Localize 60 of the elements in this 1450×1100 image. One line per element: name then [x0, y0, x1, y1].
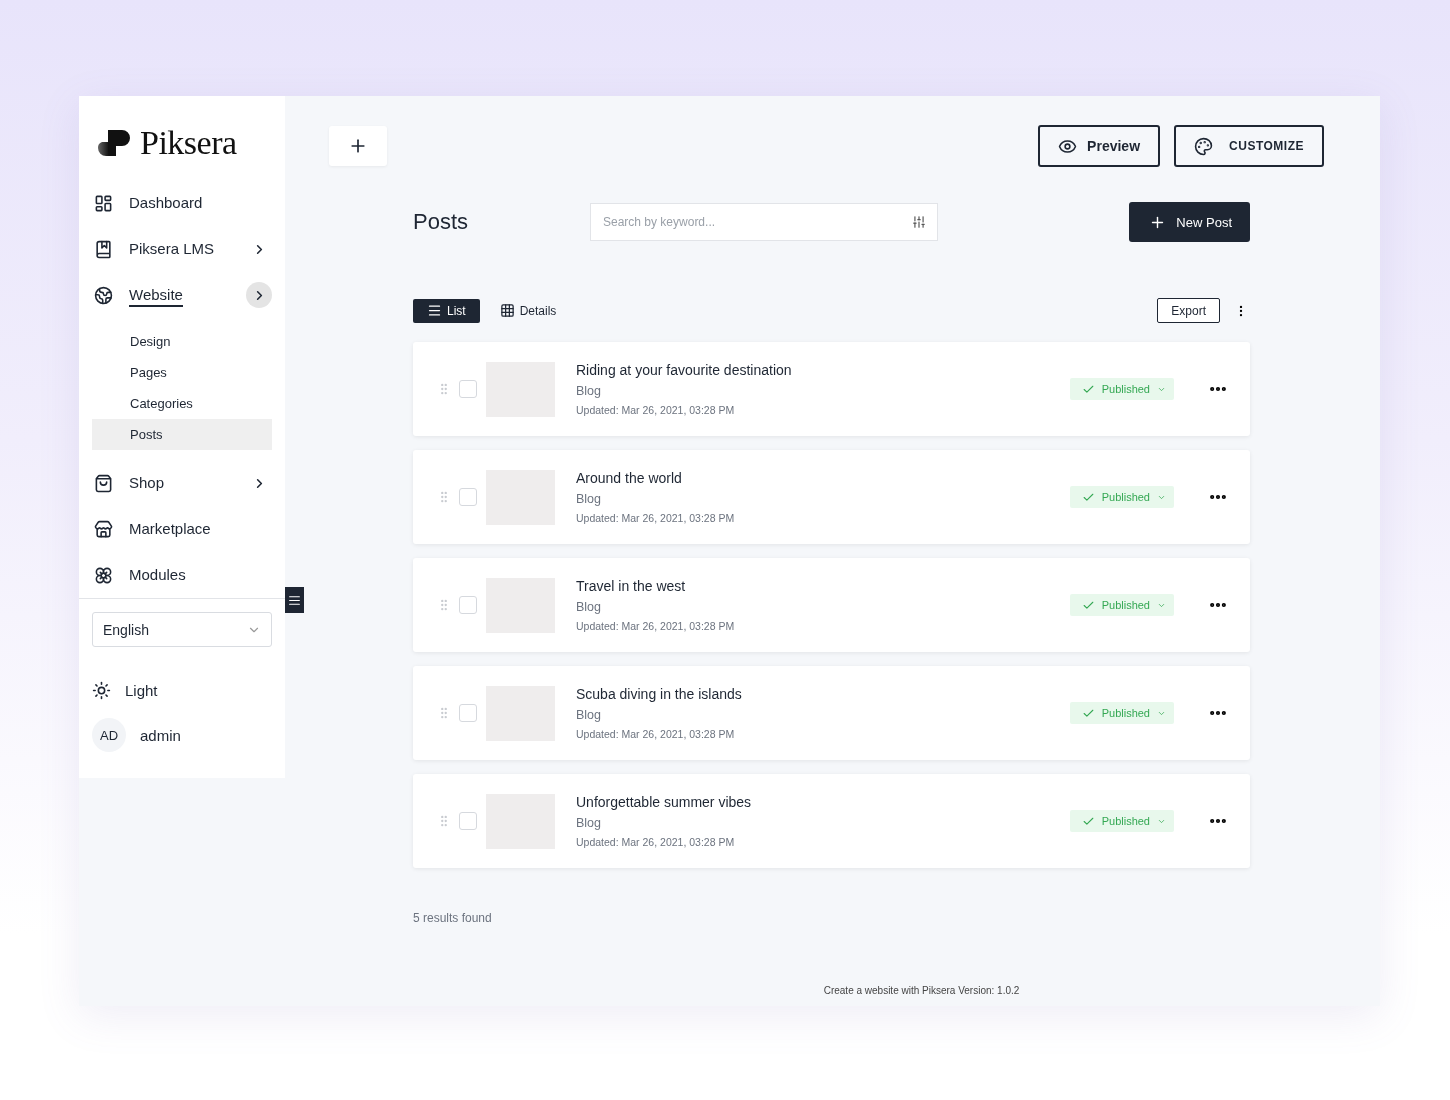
footer-text: Create a website with Piksera Version: 1.0.2	[823, 985, 1020, 996]
post-title: Riding at your favourite destination	[576, 362, 792, 378]
shopping-bag-icon	[94, 473, 113, 493]
search-field[interactable]: Search by keyword...	[590, 203, 938, 241]
page-title: Posts	[413, 209, 470, 235]
post-title: Travel in the west	[576, 578, 687, 594]
brand-name: Piksera	[140, 124, 237, 162]
preview-button[interactable]: Preview	[1038, 125, 1161, 167]
list-icon	[427, 303, 442, 318]
user-name: admin	[140, 726, 181, 744]
language-select[interactable]: English	[92, 612, 272, 647]
book-icon	[94, 239, 113, 259]
post-category: Blog	[576, 816, 603, 830]
nav-item[interactable]: Dashboard	[129, 193, 203, 215]
checkbox[interactable]	[459, 812, 477, 830]
nav-subitem[interactable]: Design	[92, 326, 272, 357]
post-date: Updated: Mar 26, 2021, 03:28 PM	[576, 404, 736, 416]
post-title: Unforgettable summer vibes	[576, 794, 752, 810]
customize-button[interactable]: CUSTOMIZE	[1174, 125, 1324, 167]
nav-item[interactable]: Modules	[129, 565, 186, 587]
store-icon	[94, 519, 113, 539]
menu-icon	[288, 593, 301, 607]
post-date: Updated: Mar 26, 2021, 03:28 PM	[576, 836, 736, 848]
nav-item[interactable]: Marketplace	[129, 519, 211, 541]
nav-item[interactable]: Shop	[129, 473, 165, 495]
palette-icon	[1194, 136, 1214, 156]
nav-subitem[interactable]: Pages	[92, 357, 272, 388]
post-date: Updated: Mar 26, 2021, 03:28 PM	[576, 512, 735, 524]
post-date: Updated: Mar 26, 2021, 03:28 PM	[576, 620, 735, 632]
sidebar-toggle[interactable]	[285, 587, 304, 613]
export-button[interactable]: Export	[1157, 298, 1220, 323]
grid-icon	[499, 303, 515, 318]
post-category: Blog	[576, 384, 603, 398]
nav-item[interactable]: Piksera LMS	[129, 239, 215, 261]
post-title: Scuba diving in the islands	[576, 686, 742, 702]
view-tab[interactable]: Details	[485, 298, 571, 323]
post-title: Around the world	[576, 470, 683, 486]
checkbox[interactable]	[459, 380, 477, 398]
post-category: Blog	[576, 492, 603, 506]
nav-item[interactable]: Website	[129, 285, 183, 307]
checkbox[interactable]	[459, 488, 477, 506]
checkbox[interactable]	[459, 596, 477, 614]
post-category: Blog	[576, 600, 603, 614]
nav-subitem[interactable]: Categories	[92, 388, 272, 419]
checkbox[interactable]	[459, 704, 477, 722]
theme-toggle[interactable]: Light	[125, 682, 158, 699]
filter-icon[interactable]	[912, 215, 926, 229]
view-tab[interactable]: List	[413, 298, 480, 323]
flower-icon	[94, 565, 113, 585]
new-post-button[interactable]: New Post	[1129, 202, 1250, 242]
avatar: AD	[92, 718, 126, 752]
nav-subitem[interactable]: Posts	[92, 419, 272, 450]
results-count: 5 results found	[413, 911, 493, 925]
sun-icon	[92, 681, 111, 700]
globe-icon	[94, 285, 113, 305]
logo-icon	[96, 128, 132, 158]
dashboard-icon	[94, 193, 113, 213]
post-category: Blog	[576, 708, 603, 722]
chevron-icon[interactable]	[246, 282, 272, 308]
post-date: Updated: Mar 26, 2021, 03:28 PM	[576, 728, 736, 740]
